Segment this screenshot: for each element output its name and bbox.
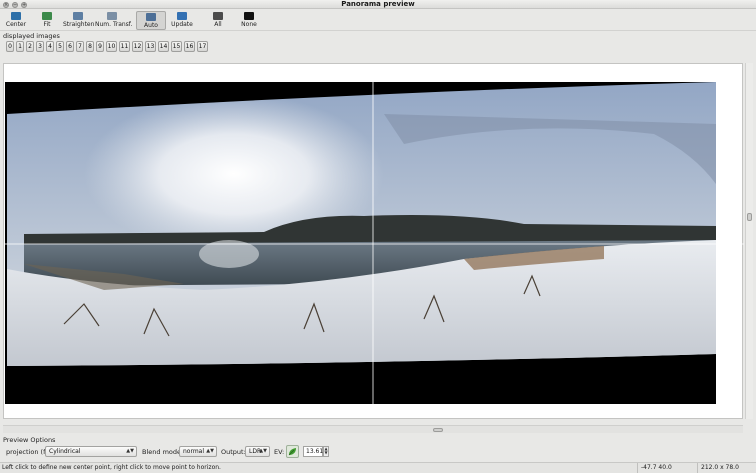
projection-value: Cylindrical [49, 448, 81, 455]
panorama-preview-canvas[interactable] [3, 63, 744, 420]
preview-options-label: Preview Options [3, 436, 56, 444]
numeric-transform-icon [106, 12, 117, 20]
preview-options-row: projection (f): Cylindrical ▲▼ Blend mod… [0, 445, 756, 459]
splitter-grip[interactable] [433, 428, 443, 432]
image-toggle-3[interactable]: 3 [36, 41, 44, 52]
image-toggle-6[interactable]: 6 [66, 41, 74, 52]
straighten-icon [73, 12, 83, 20]
image-toggle-15[interactable]: 15 [171, 41, 182, 52]
update-label: Update [171, 21, 193, 28]
numeric-transform-label: Num. Transf. [95, 21, 133, 28]
dropdown-arrow-icon: ▲▼ [126, 448, 134, 454]
status-message: Left click to define new center point, r… [2, 464, 221, 471]
straighten-label: Straighten [63, 21, 95, 28]
displayed-images-label: displayed images [3, 32, 60, 40]
fit-button[interactable]: Fit [36, 11, 58, 30]
image-toggle-1[interactable]: 1 [16, 41, 24, 52]
image-toggle-2[interactable]: 2 [26, 41, 34, 52]
image-toggle-17[interactable]: 17 [197, 41, 208, 52]
blend-mode-label: Blend mode: [142, 448, 184, 456]
window-title: Panorama preview [341, 0, 415, 8]
status-field-of-view: 212.0 x 78.0 [697, 463, 756, 473]
image-toggle-11[interactable]: 11 [119, 41, 130, 52]
dropdown-arrow-icon: ▲▼ [259, 448, 267, 454]
straighten-button[interactable]: Straighten [63, 11, 95, 30]
ev-reset-button[interactable] [286, 445, 299, 458]
image-toggle-4[interactable]: 4 [46, 41, 54, 52]
status-coordinates: -47.7 40.0 [637, 463, 697, 473]
toolbar: Center Fit Straighten Num. Transf. Auto … [0, 10, 756, 31]
dropdown-arrow-icon: ▲▼ [206, 448, 214, 454]
none-label: None [241, 21, 257, 28]
status-bar: Left click to define new center point, r… [0, 462, 756, 473]
output-label: Output: [221, 448, 246, 456]
center-label: Center [5, 21, 27, 28]
leaf-icon [288, 448, 296, 456]
image-toggle-5[interactable]: 5 [56, 41, 64, 52]
show-all-button[interactable]: All [207, 11, 229, 30]
blend-mode-value: normal [183, 448, 205, 455]
image-toggle-0[interactable]: 0 [6, 41, 14, 52]
ev-input[interactable]: 13.61 [303, 446, 323, 457]
image-toggle-13[interactable]: 13 [145, 41, 156, 52]
image-toggle-7[interactable]: 7 [76, 41, 84, 52]
projection-select[interactable]: Cylindrical ▲▼ [45, 446, 137, 457]
all-label: All [214, 21, 222, 28]
no-images-icon [244, 12, 254, 20]
auto-label: Auto [144, 22, 158, 29]
image-toggle-12[interactable]: 12 [132, 41, 143, 52]
all-images-icon [213, 12, 223, 20]
numeric-transform-button[interactable]: Num. Transf. [95, 11, 133, 30]
blend-mode-select[interactable]: normal ▲▼ [179, 446, 217, 457]
horizontal-splitter[interactable] [3, 425, 743, 433]
image-toggle-10[interactable]: 10 [106, 41, 117, 52]
ev-label: EV: [274, 448, 285, 456]
auto-button[interactable]: Auto [136, 11, 166, 30]
update-icon [177, 12, 187, 20]
auto-icon [146, 13, 156, 21]
ev-spinner[interactable]: ▲ ▼ [323, 446, 329, 457]
projection-label: projection (f): [6, 448, 51, 456]
title-bar: × − + Panorama preview [0, 0, 756, 9]
output-select[interactable]: LDR ▲▼ [245, 446, 270, 457]
vertical-splitter[interactable] [745, 63, 753, 419]
center-icon [11, 12, 21, 20]
fit-icon [42, 12, 52, 20]
panorama-image[interactable] [4, 64, 744, 420]
image-toggle-16[interactable]: 16 [184, 41, 195, 52]
image-toggle-8[interactable]: 8 [86, 41, 94, 52]
splitter-handle[interactable] [747, 213, 752, 221]
center-button[interactable]: Center [4, 11, 28, 30]
show-none-button[interactable]: None [238, 11, 260, 30]
image-toggle-9[interactable]: 9 [96, 41, 104, 52]
update-button[interactable]: Update [170, 11, 194, 30]
image-toggle-14[interactable]: 14 [158, 41, 169, 52]
fit-label: Fit [43, 21, 51, 28]
